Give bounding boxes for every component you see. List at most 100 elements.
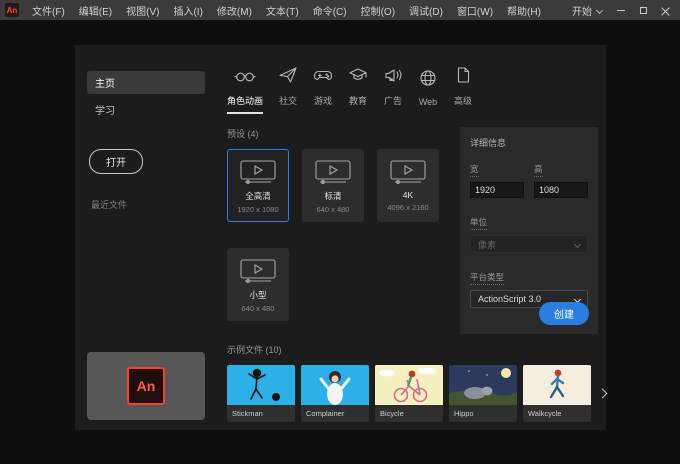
sample-label: Stickman [227, 405, 295, 422]
tab-education[interactable]: 教育 [348, 65, 368, 114]
menu-help[interactable]: 帮助(H) [500, 1, 548, 20]
tab-social[interactable]: 社交 [278, 65, 298, 114]
menu-debug[interactable]: 调试(D) [402, 1, 450, 20]
paper-plane-icon [278, 65, 298, 90]
sample-label: Hippo [449, 405, 517, 422]
platform-value: ActionScript 3.0 [478, 294, 542, 304]
tab-label: 角色动画 [227, 96, 264, 106]
tab-label: 游戏 [314, 96, 333, 106]
animate-logo: An [127, 367, 165, 405]
tab-label: 高级 [454, 96, 473, 106]
presets-header: 预设 (4) [227, 129, 259, 139]
units-field-group: 单位 像素 [470, 212, 588, 253]
recent-files-label: 最近文件 [91, 200, 128, 210]
sample-hippo[interactable]: Hippo [449, 365, 517, 422]
sidebar: 主页 学习 打开 最近文件 An [75, 45, 215, 430]
menu-commands[interactable]: 命令(C) [306, 1, 354, 20]
preset-doc-icon [315, 160, 351, 184]
graduation-cap-icon [348, 65, 368, 90]
height-input[interactable] [534, 182, 588, 198]
width-input[interactable] [470, 182, 524, 198]
category-tabs: 角色动画 社交 游戏 教育 广告 Web 高级 [227, 65, 598, 114]
preset-name: 4K [402, 190, 414, 200]
tab-label: 教育 [349, 96, 368, 106]
sidebar-item-learn[interactable]: 学习 [87, 98, 205, 121]
create-button[interactable]: 创建 [539, 302, 589, 325]
close-button[interactable] [654, 1, 676, 19]
walkcycle-thumbnail [523, 365, 591, 405]
gamepad-icon [313, 65, 333, 90]
sample-files-header: 示例文件 (10) [227, 345, 282, 355]
details-header: 详细信息 [470, 138, 507, 148]
workspace-label: 开始 [572, 6, 592, 18]
scroll-right-icon[interactable] [597, 388, 608, 399]
menu-bar: An 文件(F) 编辑(E) 视图(V) 插入(I) 修改(M) 文本(T) 命… [0, 0, 680, 20]
chevron-down-icon [573, 240, 582, 248]
open-button[interactable]: 打开 [89, 149, 143, 174]
tab-label: Web [418, 97, 438, 107]
platform-label: 平台类型 [470, 271, 505, 285]
preset-4k[interactable]: 4K 4096 x 2160 [377, 149, 439, 222]
preset-doc-icon [390, 160, 426, 184]
details-panel: 详细信息 宽 高 单位 像素 [460, 127, 598, 334]
maximize-icon [639, 6, 647, 14]
main-content: 角色动画 社交 游戏 教育 广告 Web 高级 预设 (4) 全高清 1920 … [215, 45, 608, 430]
height-field-group: 高 [534, 159, 588, 198]
menu-insert[interactable]: 插入(I) [166, 1, 209, 20]
units-label: 单位 [470, 216, 488, 230]
preset-full-hd[interactable]: 全高清 1920 x 1080 [227, 149, 289, 222]
maximize-button[interactable] [632, 1, 654, 19]
sample-files-section: 示例文件 (10) Stickman Complainer Bicycle Hi… [227, 343, 608, 422]
sidebar-item-home[interactable]: 主页 [87, 71, 205, 94]
tab-label: 广告 [384, 96, 403, 106]
sample-complainer[interactable]: Complainer [301, 365, 369, 422]
sample-label: Complainer [301, 405, 369, 422]
menu-file[interactable]: 文件(F) [25, 1, 72, 20]
tab-label: 社交 [279, 96, 298, 106]
preset-dims: 4096 x 2160 [387, 203, 429, 212]
sample-files-row: Stickman Complainer Bicycle Hippo Walkcy… [227, 365, 608, 422]
tab-character-animation[interactable]: 角色动画 [227, 65, 264, 114]
preset-name: 小型 [249, 290, 267, 300]
sample-stickman[interactable]: Stickman [227, 365, 295, 422]
stickman-thumbnail [227, 365, 295, 405]
preset-doc-icon [240, 160, 276, 184]
animate-logo-card: An [87, 352, 205, 420]
preset-grid: 全高清 1920 x 1080 标清 640 x 480 4K 4096 x 2… [227, 149, 443, 321]
minimize-button[interactable] [610, 1, 632, 19]
preset-dims: 1920 x 1080 [237, 205, 279, 214]
sample-label: Bicycle [375, 405, 443, 422]
character-animation-icon [234, 65, 256, 90]
bicycle-thumbnail [375, 365, 443, 405]
width-field-group: 宽 [470, 159, 524, 198]
preset-standard[interactable]: 标清 640 x 480 [302, 149, 364, 222]
animate-app-window: An 文件(F) 编辑(E) 视图(V) 插入(I) 修改(M) 文本(T) 命… [0, 0, 680, 464]
menu-edit[interactable]: 编辑(E) [72, 1, 119, 20]
sample-label: Walkcycle [523, 405, 591, 422]
tab-ads[interactable]: 广告 [383, 65, 403, 114]
start-screen-panel: 主页 学习 打开 最近文件 An 角色动画 社交 游戏 教育 广告 Web 高级… [75, 45, 608, 430]
tab-advanced[interactable]: 高级 [453, 65, 473, 114]
height-label: 高 [534, 163, 543, 177]
megaphone-icon [383, 65, 403, 90]
content-row: 预设 (4) 全高清 1920 x 1080 标清 640 x 480 4K 4… [227, 127, 598, 334]
sample-bicycle[interactable]: Bicycle [375, 365, 443, 422]
preset-dims: 640 x 480 [316, 205, 350, 214]
presets-section: 预设 (4) 全高清 1920 x 1080 标清 640 x 480 4K 4… [227, 127, 460, 334]
menu-view[interactable]: 视图(V) [119, 1, 166, 20]
units-dropdown: 像素 [470, 235, 588, 253]
animate-app-icon: An [5, 3, 19, 17]
minimize-icon [617, 9, 625, 11]
tab-game[interactable]: 游戏 [313, 65, 333, 114]
preset-doc-icon [240, 259, 276, 283]
complainer-thumbnail [301, 365, 369, 405]
workspace-switcher[interactable]: 开始 [564, 1, 610, 20]
menu-window[interactable]: 窗口(W) [450, 1, 500, 20]
globe-icon [418, 68, 438, 93]
menu-control[interactable]: 控制(O) [354, 1, 402, 20]
menu-text[interactable]: 文本(T) [259, 1, 306, 20]
menu-modify[interactable]: 修改(M) [210, 1, 259, 20]
tab-web[interactable]: Web [418, 68, 438, 114]
preset-small[interactable]: 小型 640 x 480 [227, 248, 289, 321]
sample-walkcycle[interactable]: Walkcycle [523, 365, 591, 422]
